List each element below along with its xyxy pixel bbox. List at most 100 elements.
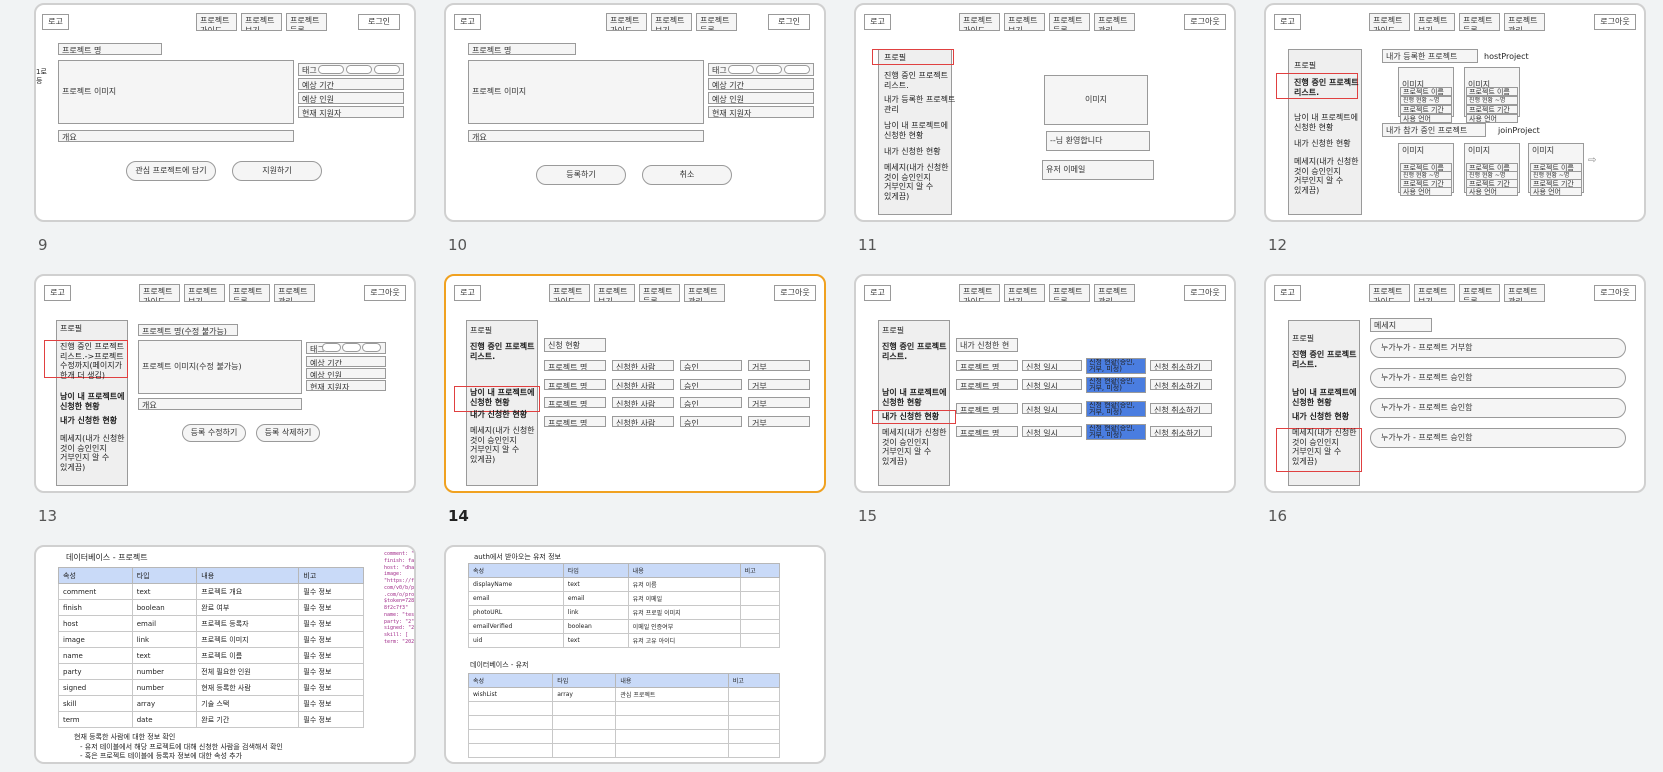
table-cell: 프로젝트 개요	[196, 583, 300, 600]
sidebar-messages: 메세지(내가 신청한 것이 승인인지 거부인지 알 수 있게끔)	[1292, 428, 1357, 466]
est-period-field: 예상 기간	[298, 78, 404, 90]
wish-button: 관심 프로젝트에 담기	[126, 161, 216, 181]
slide-12[interactable]: 로고 프로젝트 가이드 프로젝트 보기 프로젝트 등록 프로젝트 관리 로그아웃…	[1264, 3, 1646, 222]
date-cell: 신청 일시	[1022, 360, 1082, 371]
table-cell: 유저 이름	[627, 577, 741, 592]
table-cell	[739, 633, 781, 648]
my-registered-header: 내가 등록한 프로젝트	[1382, 49, 1478, 63]
slide-11[interactable]: 로고 프로젝트 가이드 프로젝트 보기 프로젝트 등록 프로젝트 관리 로그아웃…	[854, 3, 1236, 222]
project-name-cell: 프로젝트 명	[544, 360, 606, 371]
login-button: 로그인	[358, 14, 400, 30]
delete-button: 등록 삭제하기	[256, 424, 320, 442]
slide-18[interactable]: auth에서 받아오는 유저 정보 속성 타입 내용 비고 displayName tex…	[444, 545, 826, 764]
table-cell: term	[58, 711, 133, 728]
table-header: 비고	[727, 673, 781, 688]
sidebar-profile: 프로필	[884, 53, 907, 62]
sidebar-profile: 프로필	[882, 326, 905, 335]
user-email: 유저 이메일	[1042, 160, 1154, 180]
card-lang: 사용 언어	[1530, 187, 1582, 196]
slide-15[interactable]: 로고 프로젝트 가이드 프로젝트 보기 프로젝트 등록 프로젝트 관리 로그아웃…	[854, 274, 1236, 493]
table-cell: name	[58, 647, 133, 664]
nav-guide: 프로젝트 가이드	[959, 284, 1000, 302]
table-row: name text 프로젝트 이름 필수 정보	[58, 647, 364, 664]
table-cell: 유저 프로필 이미지	[627, 605, 741, 620]
login-button: 로그인	[768, 14, 810, 30]
nav-guide: 프로젝트 가이드	[606, 13, 647, 31]
nav-register: 프로젝트 등록	[1049, 284, 1090, 302]
table-cell: array	[552, 687, 617, 702]
overview-field: 개요	[138, 398, 302, 410]
card-status: 진행 현황 ~명 중 ~명	[1400, 96, 1452, 105]
table-cell: number	[131, 679, 198, 696]
date-cell: 신청 일시	[1022, 403, 1082, 414]
table-cell: link	[562, 605, 629, 620]
table-cell: boolean	[131, 599, 198, 616]
project-name-field: 프로젝트 명	[58, 43, 162, 55]
sidebar-my-applications: 내가 신청한 현황	[470, 410, 528, 419]
reject-cell: 거부	[748, 379, 810, 390]
table-cell: 필수 정보	[298, 647, 364, 664]
slide-10[interactable]: 로고 프로젝트 가이드 프로젝트 보기 프로젝트 등록 로그인 프로젝트 명 프…	[444, 3, 826, 222]
card-name: 프로젝트 이름	[1466, 87, 1518, 96]
sidebar-messages: 메세지(내가 신청한 것이 승인인지 거부인지 알 수 있게끔)	[1294, 157, 1359, 195]
cancel-cell: 신청 취소하기	[1150, 379, 1212, 390]
table-cell: text	[131, 583, 198, 600]
nav-register: 프로젝트 등록	[1459, 284, 1500, 302]
db-note: 현재 등록한 사람에 대한 정보 확인	[74, 733, 176, 741]
table-cell: email	[468, 591, 564, 606]
project-name-cell: 프로젝트 명	[544, 379, 606, 390]
code-snippet: comment: " finish: fa host: "dha image: …	[384, 551, 415, 645]
table-cell	[552, 715, 617, 730]
table-cell: 현재 등록한 사람	[196, 679, 300, 696]
table-cell	[739, 591, 781, 606]
nav-view: 프로젝트 보기	[184, 284, 225, 302]
table-cell: skill	[58, 695, 133, 712]
slide-17[interactable]: 데이터베이스 - 프로젝트 속성 타입 내용 비고 comment text 프로젝트 개요…	[34, 545, 416, 764]
logo: 로고	[1274, 285, 1301, 301]
overview-field: 개요	[468, 130, 704, 142]
project-name-field: 프로젝트 명(수정 불가능)	[138, 324, 238, 336]
slide-number: 10	[448, 236, 468, 254]
applicant-cell: 신청한 사람	[612, 397, 674, 408]
card-lang: 사용 언어	[1400, 114, 1452, 123]
sidebar-my-applications: 내가 신청한 현황	[1294, 139, 1351, 148]
slide-number: 9	[38, 236, 48, 254]
table-header: 속성	[467, 673, 554, 688]
table-cell	[739, 605, 781, 620]
reject-cell: 거부	[748, 360, 810, 371]
slide-14[interactable]: 로고 프로젝트 가이드 프로젝트 보기 프로젝트 등록 프로젝트 관리 로그아웃…	[444, 274, 826, 493]
slide-9[interactable]: 로고 프로젝트 가이드 프로젝트 보기 프로젝트 등록 로그인 1로 등 프로젝…	[34, 3, 416, 222]
tag-chip	[342, 343, 361, 352]
project-image-box: 프로젝트 이미지	[468, 60, 704, 124]
table-cell: emailVerified	[468, 619, 564, 634]
cancel-button: 취소	[642, 165, 732, 185]
slide-13[interactable]: 로고 프로젝트 가이드 프로젝트 보기 프로젝트 등록 프로젝트 관리 로그아웃…	[34, 274, 416, 493]
table-cell: comment	[58, 583, 133, 600]
table-cell: array	[131, 695, 198, 712]
sidebar-applied-to-mine: 남이 내 프로젝트에 신청한 현황	[882, 388, 947, 407]
card-period: 프로젝트 기간	[1400, 105, 1452, 114]
nav-guide: 프로젝트 가이드	[196, 13, 237, 31]
table-header: 속성	[58, 567, 133, 584]
slide-16[interactable]: 로고 프로젝트 가이드 프로젝트 보기 프로젝트 등록 프로젝트 관리 로그아웃…	[1264, 274, 1646, 493]
table-cell: text	[131, 647, 198, 664]
auth-user-table: 속성 타입 내용 비고 displayName text 유저 이름 email email 유저…	[468, 563, 781, 648]
table-row: finish boolean 완료 여부 필수 정보	[58, 599, 364, 616]
edit-button: 등록 수정하기	[182, 424, 246, 442]
tag-chip	[362, 343, 381, 352]
join-project-label: joinProject	[1498, 126, 1540, 135]
table-cell: wishList	[467, 687, 554, 702]
sidebar-messages: 메세지(내가 신청한 것이 승인인지 거부인지 알 수 있게끔)	[884, 163, 949, 201]
db-project-title: 데이터베이스 - 프로젝트	[66, 553, 148, 562]
nav-view: 프로젝트 보기	[594, 284, 635, 302]
current-applicants-field: 현재 지원자	[306, 380, 386, 391]
tag-chip	[322, 343, 341, 352]
status-cell: 신청 현황(승인, 거부, 미정)	[1086, 377, 1146, 393]
table-row: party number 전체 필요한 인원 필수 정보	[58, 663, 364, 680]
logo: 로고	[42, 14, 69, 30]
table-row	[467, 701, 781, 716]
sidebar-profile: 프로필	[470, 326, 493, 335]
nav-manage: 프로젝트 관리	[684, 284, 725, 302]
slide-number: 14	[448, 507, 469, 525]
nav-manage: 프로젝트 관리	[1504, 284, 1545, 302]
